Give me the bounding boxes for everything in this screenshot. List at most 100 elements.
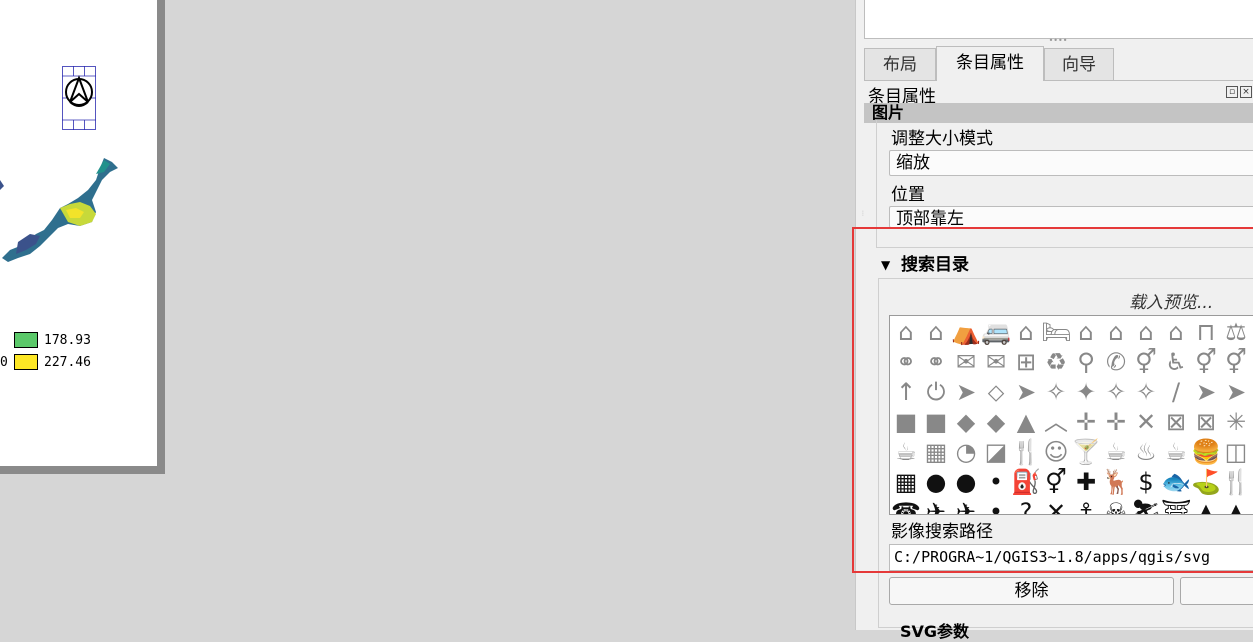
svg-symbol-icon[interactable]: ➤ xyxy=(951,377,981,407)
svg-symbol-icon[interactable]: ⛺ xyxy=(951,317,981,347)
svg-symbol-icon[interactable]: 🍴 xyxy=(1221,467,1251,497)
splitter-handle[interactable]: •••• xyxy=(1046,37,1070,45)
svg-symbol-icon[interactable]: ◆ xyxy=(951,407,981,437)
svg-symbol-icon[interactable]: ➤ xyxy=(1011,377,1041,407)
svg-symbol-icon[interactable]: ⛩ xyxy=(1161,497,1191,514)
svg-symbol-icon[interactable]: 🛏 xyxy=(1041,317,1071,347)
svg-symbol-icon[interactable]: ✈ xyxy=(921,497,951,514)
svg-symbol-icon[interactable]: ✧ xyxy=(1101,377,1131,407)
svg-symbol-icon[interactable]: ✆ xyxy=(1101,347,1131,377)
svg-symbol-icon[interactable]: ✉ xyxy=(981,347,1011,377)
svg-symbol-icon[interactable]: ▦ xyxy=(891,467,921,497)
svg-symbol-icon[interactable]: ▲ xyxy=(1191,497,1221,514)
svg-symbol-icon[interactable]: ⊠ xyxy=(1161,407,1191,437)
svg-symbol-icon[interactable]: ⌂ xyxy=(1101,317,1131,347)
svg-symbol-icon[interactable]: ⬦ xyxy=(981,377,1011,407)
svg-symbol-icon[interactable]: 🚐 xyxy=(981,317,1011,347)
svg-symbol-icon[interactable]: ⌂ xyxy=(1161,317,1191,347)
svg-symbol-icon[interactable]: ▲ xyxy=(1011,407,1041,437)
svg-symbol-icon[interactable]: ⚥ xyxy=(1191,347,1221,377)
svg-symbol-icon[interactable]: ⚥ xyxy=(1221,347,1251,377)
svg-symbol-icon[interactable]: 🍸 xyxy=(1071,437,1101,467)
svg-symbol-icon[interactable]: • xyxy=(981,467,1011,497)
svg-symbol-icon[interactable]: ● xyxy=(951,467,981,497)
svg-symbol-icon[interactable]: ⛳ xyxy=(1191,467,1221,497)
add-button[interactable] xyxy=(1180,577,1253,605)
svg-symbol-icon[interactable]: ☕ xyxy=(891,437,921,467)
svg-symbol-icon[interactable]: ⚲ xyxy=(1071,347,1101,377)
svg-symbol-icon[interactable]: ☕ xyxy=(1101,437,1131,467)
svg-symbol-icon[interactable]: ■ xyxy=(921,407,951,437)
svg-symbol-icon[interactable]: ⊠ xyxy=(1191,407,1221,437)
svg-symbol-icon[interactable]: ✧ xyxy=(1131,377,1161,407)
svg-symbol-icon[interactable]: ✈ xyxy=(951,497,981,514)
svg-symbol-icon[interactable]: ◫ xyxy=(1221,437,1251,467)
svg-symbol-icon[interactable]: ♿ xyxy=(1161,347,1191,377)
svg-symbol-icon[interactable]: ✛ xyxy=(1101,407,1131,437)
svg-symbol-icon[interactable]: ■ xyxy=(891,407,921,437)
svg-symbol-icon[interactable]: ⌂ xyxy=(1011,317,1041,347)
svg-symbol-icon[interactable]: ⏻ xyxy=(921,377,951,407)
svg-symbol-icon[interactable]: 🍴 xyxy=(1011,437,1041,467)
svg-symbol-icon[interactable]: ☎ xyxy=(891,497,921,514)
items-list-box[interactable] xyxy=(864,0,1253,39)
remove-button[interactable]: 移除 xyxy=(889,577,1174,605)
svg-symbol-icon[interactable]: ⚖ xyxy=(1221,317,1251,347)
svg-symbol-icon[interactable]: ☠ xyxy=(1101,497,1131,514)
svg-symbol-icon[interactable]: ♻ xyxy=(1041,347,1071,377)
tab-guides[interactable]: 向导 xyxy=(1044,48,1114,80)
svg-symbol-icon[interactable]: ? xyxy=(1011,497,1041,514)
svg-symbol-icon[interactable]: ☺ xyxy=(1041,437,1071,467)
search-directories-title[interactable]: 搜索目录 xyxy=(901,250,969,275)
svg-symbol-icon[interactable]: ✕ xyxy=(1041,497,1071,514)
svg-symbol-icon[interactable]: $ xyxy=(1131,467,1161,497)
svg-symbol-icon[interactable]: ⛷ xyxy=(1131,497,1161,514)
resize-mode-combo[interactable]: 缩放 xyxy=(889,150,1253,176)
svg-symbol-icon[interactable]: ☕ xyxy=(1161,437,1191,467)
svg-symbol-icon[interactable]: ⌂ xyxy=(891,317,921,347)
svg-symbol-icon[interactable]: ◆ xyxy=(981,407,1011,437)
svg-symbol-icon[interactable]: ✦ xyxy=(1071,377,1101,407)
svg-symbol-icon[interactable]: ↑ xyxy=(891,377,921,407)
svg-symbol-icon[interactable]: ⚭ xyxy=(921,347,951,377)
map-item[interactable] xyxy=(0,150,125,270)
svg-symbol-icon[interactable]: ✕ xyxy=(1131,407,1161,437)
svg-symbol-icon[interactable]: / xyxy=(1161,377,1191,407)
tab-item-properties[interactable]: 条目属性 xyxy=(936,46,1044,81)
tab-layout[interactable]: 布局 xyxy=(864,48,936,80)
svg-symbol-icon[interactable]: ⌂ xyxy=(921,317,951,347)
svg-symbol-icon[interactable]: ︿ xyxy=(1041,407,1071,437)
svg-symbol-icon[interactable]: ✛ xyxy=(1071,407,1101,437)
svg-symbol-icon[interactable]: ◔ xyxy=(951,437,981,467)
collapse-arrow-icon[interactable]: ▼ xyxy=(881,258,890,272)
svg-symbol-icon[interactable]: ▦ xyxy=(921,437,951,467)
svg-symbol-icon[interactable]: ◪ xyxy=(981,437,1011,467)
svg-symbol-icon[interactable]: ✳ xyxy=(1221,407,1251,437)
svg-symbol-icon[interactable]: ⊓ xyxy=(1191,317,1221,347)
svg-symbol-icon[interactable]: ✚ xyxy=(1071,467,1101,497)
svg-symbol-icon[interactable]: ▲ xyxy=(1221,497,1251,514)
svg-symbol-icon[interactable]: ⚥ xyxy=(1131,347,1161,377)
svg-symbol-icon[interactable]: ✉ xyxy=(951,347,981,377)
placement-combo[interactable]: 顶部靠左 xyxy=(889,206,1253,228)
svg-parameters-label[interactable]: SVG参数 xyxy=(900,618,969,642)
svg-symbol-icon[interactable]: ⊞ xyxy=(1011,347,1041,377)
svg-symbol-icon[interactable]: • xyxy=(981,497,1011,514)
svg-symbol-icon[interactable]: 🍔 xyxy=(1191,437,1221,467)
svg-symbol-icon[interactable]: ➤ xyxy=(1221,377,1251,407)
search-path-field[interactable]: C:/PROGRA~1/QGIS3~1.8/apps/qgis/svg xyxy=(889,544,1253,571)
svg-symbol-icon[interactable]: ⚥ xyxy=(1041,467,1071,497)
north-arrow-item[interactable] xyxy=(62,66,96,130)
svg-symbol-icon[interactable]: ● xyxy=(921,467,951,497)
svg-symbol-icon[interactable]: ⌂ xyxy=(1071,317,1101,347)
float-icon[interactable]: ▫ xyxy=(1226,86,1238,98)
svg-symbol-icon[interactable]: ⌂ xyxy=(1131,317,1161,347)
svg-symbol-icon[interactable]: ♨ xyxy=(1131,437,1161,467)
svg-symbol-icon[interactable]: ✧ xyxy=(1041,377,1071,407)
svg-symbol-icon[interactable]: 🐟 xyxy=(1161,467,1191,497)
svg-symbol-icon[interactable]: ⚭ xyxy=(891,347,921,377)
svg-symbol-icon[interactable]: ⚓ xyxy=(1071,497,1101,514)
layout-page[interactable]: 178.93 0 227.46 xyxy=(0,0,157,466)
layout-canvas[interactable]: 178.93 0 227.46 xyxy=(0,0,855,630)
svg-symbol-icon[interactable]: 🦌 xyxy=(1101,467,1131,497)
